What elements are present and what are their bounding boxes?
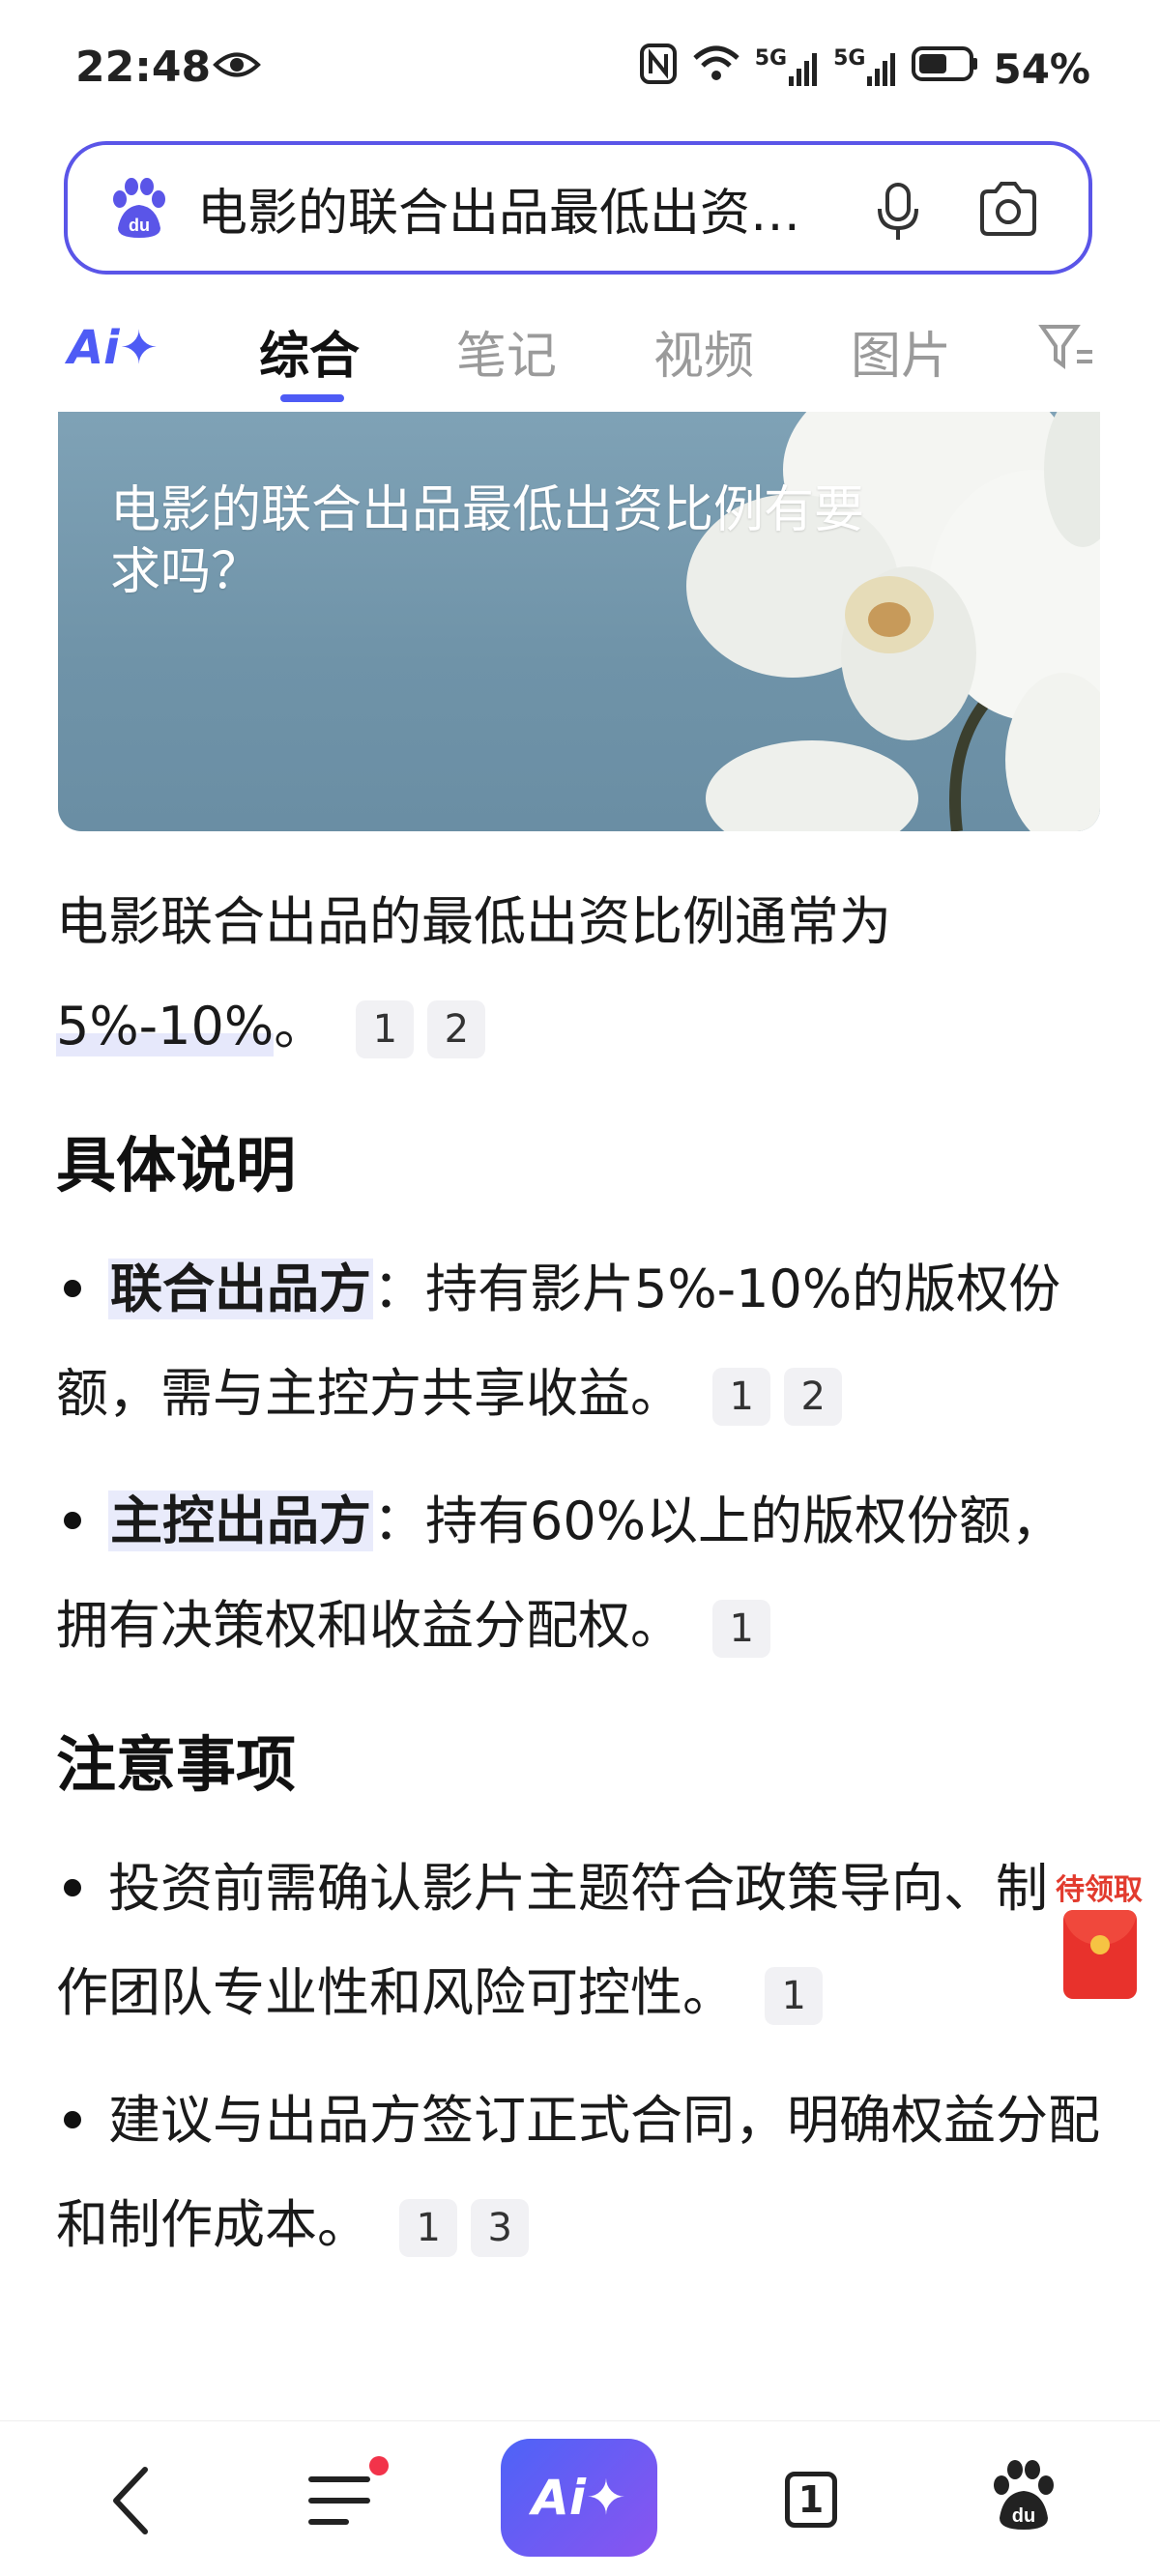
- menu-icon[interactable]: [307, 2472, 375, 2533]
- citation-badge[interactable]: 3: [471, 2199, 530, 2258]
- bottom-navigation: Ai✦ 1 du: [0, 2420, 1160, 2576]
- wifi-icon: [691, 44, 741, 93]
- intro-prefix: 电影联合出品的最低出资比例通常为: [56, 891, 891, 952]
- search-tabs: Ai✦ 综合 笔记 视频 图片: [0, 307, 1160, 404]
- signal-5g-icon-2: 5G: [833, 46, 898, 88]
- baidu-paw-icon: du: [104, 174, 172, 242]
- list-item: 建议与出品方签订正式合同，明确权益分配和制作成本。 13: [56, 2069, 1110, 2277]
- citation-badge[interactable]: 2: [784, 1368, 843, 1427]
- notification-dot: [369, 2456, 389, 2475]
- ai-answer: 电影联合出品的最低出资比例通常为5%-10%。 12 具体说明 联合出品方：持有…: [56, 870, 1110, 2293]
- status-time: 22:48: [75, 43, 212, 92]
- baidu-home-icon[interactable]: du: [990, 2456, 1058, 2537]
- red-packet-seal: [1090, 1935, 1110, 1954]
- list-item-text: 建议与出品方签订正式合同，明确权益分配和制作成本。: [56, 2090, 1100, 2255]
- network-label-1: 5G: [754, 46, 788, 71]
- tab-notes[interactable]: 笔记: [456, 315, 557, 388]
- bullet-dot: [64, 2111, 81, 2129]
- citation-badge[interactable]: 1: [399, 2199, 458, 2258]
- section-heading: 具体说明: [56, 1130, 297, 1201]
- red-packet-label[interactable]: 待领取: [1056, 1866, 1143, 1908]
- hero-image[interactable]: 电影的联合出品最低出资比例有要求吗？: [58, 412, 1100, 831]
- list-item: 联合出品方：持有影片5%-10%的版权份额，需与主控方共享收益。 12: [56, 1237, 1110, 1446]
- nfc-icon: [639, 43, 678, 95]
- list-item-key: 主控出品方: [108, 1491, 373, 1551]
- citation-badge[interactable]: 1: [712, 1368, 771, 1427]
- section-heading: 注意事项: [56, 1729, 297, 1800]
- tab-ai[interactable]: Ai✦: [68, 321, 159, 375]
- tabs-icon[interactable]: 1: [785, 2472, 837, 2528]
- intro-highlight: 5%-10%: [56, 996, 275, 1056]
- search-bar[interactable]: du 电影的联合出品最低出资比例有要求吗？: [64, 141, 1092, 275]
- tab-videos[interactable]: 视频: [653, 315, 754, 388]
- red-packet-icon[interactable]: [1063, 1910, 1137, 1999]
- filter-icon[interactable]: [1038, 321, 1096, 379]
- citation-badge[interactable]: 1: [356, 1000, 415, 1059]
- battery-icon: [912, 44, 979, 93]
- intro-suffix: 。: [274, 996, 327, 1056]
- microphone-icon[interactable]: [874, 182, 922, 246]
- status-indicators: 5G 5G 54%: [639, 43, 1090, 95]
- tab-images[interactable]: 图片: [851, 315, 951, 388]
- svg-text:du: du: [1012, 2505, 1035, 2527]
- hero-caption: 电影的联合出品最低出资比例有要求吗？: [110, 481, 865, 601]
- orchid-illustration: [686, 412, 1100, 831]
- list-item: 投资前需确认影片主题符合政策导向、制作团队专业性和风险可控性。 1: [56, 1837, 1110, 2045]
- back-icon[interactable]: [106, 2464, 155, 2541]
- search-input[interactable]: 电影的联合出品最低出资比例有要求吗？: [197, 172, 835, 245]
- list-item: 主控出品方：持有60%以上的版权份额，拥有决策权和收益分配权。 1: [56, 1469, 1110, 1678]
- eye-icon: [213, 48, 261, 85]
- list-item-key: 联合出品方: [108, 1259, 373, 1319]
- active-tab-indicator: [280, 394, 344, 402]
- bullet-dot: [64, 1879, 81, 1897]
- bullet-dot: [64, 1280, 81, 1298]
- citation-badge[interactable]: 1: [765, 1967, 824, 2026]
- answer-intro: 电影联合出品的最低出资比例通常为 5%-10%。 12: [56, 870, 1110, 1079]
- battery-percent: 54%: [993, 44, 1090, 93]
- signal-5g-icon: 5G: [754, 46, 820, 88]
- camera-icon[interactable]: [976, 180, 1040, 244]
- status-bar: 22:48 5G 5G 54%: [0, 0, 1160, 135]
- bullet-dot: [64, 1512, 81, 1530]
- citation-badge[interactable]: 1: [712, 1600, 771, 1659]
- svg-text:du: du: [129, 216, 150, 235]
- citation-badge[interactable]: 2: [427, 1000, 486, 1059]
- network-label-2: 5G: [833, 46, 866, 71]
- tab-comprehensive[interactable]: 综合: [259, 315, 360, 388]
- ai-button[interactable]: Ai✦: [501, 2439, 657, 2557]
- list-item-text: 投资前需确认影片主题符合政策导向、制作团队专业性和风险可控性。: [56, 1858, 1048, 2023]
